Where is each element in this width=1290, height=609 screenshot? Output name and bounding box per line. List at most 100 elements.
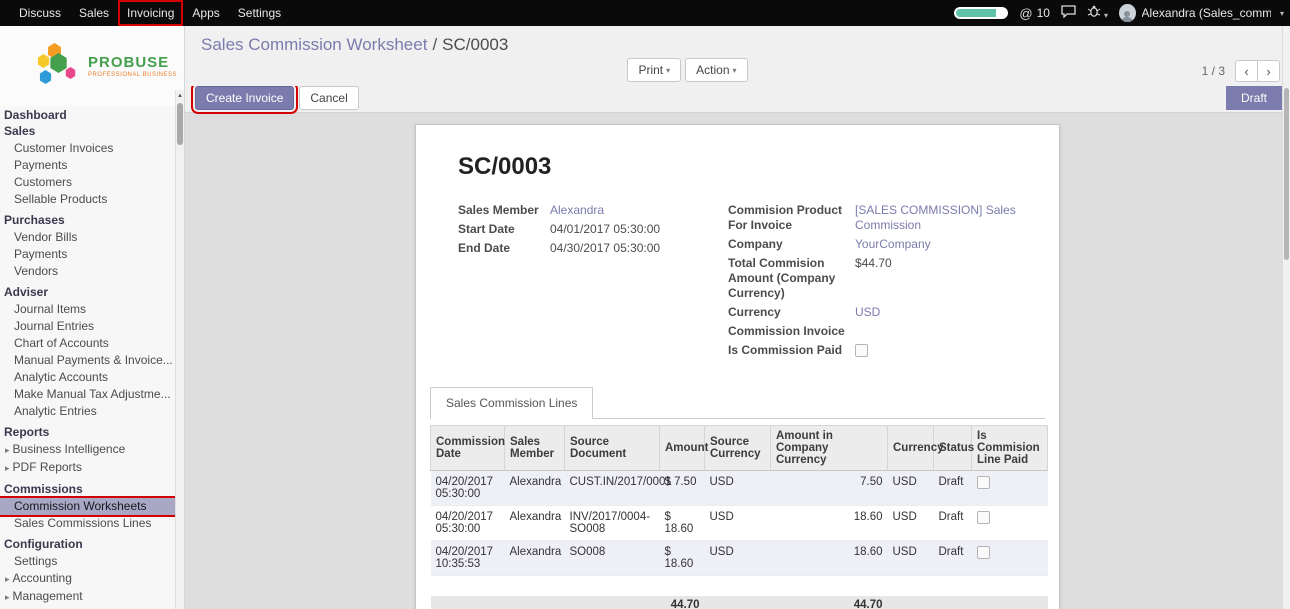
col-sales-member: Sales Member <box>505 426 565 471</box>
sidebar-heading-adviser[interactable]: Adviser <box>0 285 175 301</box>
field-company: Company YourCompany <box>728 237 1045 252</box>
col-status: Status <box>934 426 972 471</box>
cell-status: Draft <box>934 541 972 576</box>
table-row[interactable]: 04/20/2017 05:30:00 Alexandra CUST.IN/20… <box>431 471 1048 506</box>
sidebar-item-pdf-reports[interactable]: ▸PDF Reports <box>0 459 175 477</box>
sidebar-item-analytic-accounts[interactable]: Analytic Accounts <box>0 369 175 386</box>
action-button[interactable]: Action▾ <box>685 58 747 82</box>
commission-product-link[interactable]: [SALES COMMISSION] Sales Commission <box>855 203 1016 232</box>
table-row[interactable]: 04/20/2017 05:30:00 Alexandra INV/2017/0… <box>431 506 1048 541</box>
end-date-value: 04/30/2017 05:30:00 <box>550 241 728 256</box>
chevron-right-icon: › <box>1266 64 1270 79</box>
field-end-date: End Date 04/30/2017 05:30:00 <box>458 241 728 256</box>
expand-icon: ▸ <box>5 574 10 584</box>
sidebar-heading-reports[interactable]: Reports <box>0 425 175 441</box>
sidebar-item-management[interactable]: ▸Management <box>0 588 175 606</box>
pager-value: 1 / 3 <box>1202 64 1225 78</box>
cell-currency: USD <box>888 506 934 541</box>
sidebar-item-label: Management <box>13 589 83 603</box>
sidebar-item-payments-sales[interactable]: Payments <box>0 157 175 174</box>
menu-sales[interactable]: Sales <box>70 0 118 26</box>
cell-amount-company: 7.50 <box>771 471 888 506</box>
sidebar-item-customers[interactable]: Customers <box>0 174 175 191</box>
sidebar-item-vendors[interactable]: Vendors <box>0 263 175 280</box>
pager-previous-button[interactable]: ‹ <box>1235 60 1258 82</box>
menu-discuss[interactable]: Discuss <box>10 0 70 26</box>
cell-status: Draft <box>934 506 972 541</box>
sidebar-scrollbar-thumb[interactable] <box>177 103 183 145</box>
user-silhouette-icon <box>1120 10 1134 22</box>
scroll-up-icon[interactable]: ▲ <box>176 90 184 102</box>
sidebar-item-vendor-bills[interactable]: Vendor Bills <box>0 229 175 246</box>
sidebar: PROBUSE PROFESSIONAL BUSINESS Dashboard … <box>0 26 185 609</box>
sidebar-item-accounting[interactable]: ▸Accounting <box>0 570 175 588</box>
cell-source-currency: USD <box>705 506 771 541</box>
sidebar-item-analytic-entries[interactable]: Analytic Entries <box>0 403 175 420</box>
sidebar-item-journal-items[interactable]: Journal Items <box>0 301 175 318</box>
progress-pill-icon <box>954 7 1008 19</box>
line-paid-checkbox <box>977 546 990 559</box>
sidebar-heading-dashboard[interactable]: Dashboard <box>0 108 175 124</box>
cell-amount-company: 18.60 <box>771 506 888 541</box>
sidebar-item-business-intelligence[interactable]: ▸Business Intelligence <box>0 441 175 459</box>
sidebar-item-commission-worksheets[interactable]: Commission Worksheets <box>0 498 175 515</box>
sidebar-item-manual-payments-invoice[interactable]: Manual Payments & Invoice... <box>0 352 175 369</box>
record-title: SC/0003 <box>458 153 1045 181</box>
menu-settings[interactable]: Settings <box>229 0 290 26</box>
sidebar-heading-configuration[interactable]: Configuration <box>0 537 175 553</box>
sales-member-link[interactable]: Alexandra <box>550 203 604 217</box>
currency-link[interactable]: USD <box>855 305 880 319</box>
start-date-value: 04/01/2017 05:30:00 <box>550 222 728 237</box>
sidebar-item-journal-entries[interactable]: Journal Entries <box>0 318 175 335</box>
menu-invoicing[interactable]: Invoicing <box>118 0 183 26</box>
company-logo: PROBUSE PROFESSIONAL BUSINESS <box>0 26 184 106</box>
cell-doc: INV/2017/0004-SO008 <box>565 506 660 541</box>
window-scrollbar-thumb[interactable] <box>1284 88 1289 260</box>
window-scrollbar[interactable] <box>1282 26 1290 609</box>
sidebar-scrollbar[interactable]: ▲ <box>175 90 184 609</box>
company-link[interactable]: YourCompany <box>855 237 931 251</box>
activities-button[interactable]: @ 10 <box>1019 6 1050 21</box>
sidebar-item-sales-commissions-lines[interactable]: Sales Commissions Lines <box>0 515 175 532</box>
total-commission-amount-value: $44.70 <box>855 256 1045 301</box>
field-start-date: Start Date 04/01/2017 05:30:00 <box>458 222 728 237</box>
sidebar-heading-purchases[interactable]: Purchases <box>0 213 175 229</box>
breadcrumb-parent[interactable]: Sales Commission Worksheet <box>201 35 427 54</box>
action-label: Action <box>696 63 729 77</box>
sidebar-heading-sales[interactable]: Sales <box>0 124 175 140</box>
print-button[interactable]: Print▾ <box>627 58 681 82</box>
menu-apps[interactable]: Apps <box>183 0 228 26</box>
sidebar-item-settings[interactable]: Settings <box>0 553 175 570</box>
form-statusbar: Create Invoice Cancel Draft <box>185 86 1290 113</box>
sidebar-item-chart-of-accounts[interactable]: Chart of Accounts <box>0 335 175 352</box>
logo-title: PROBUSE <box>88 54 177 71</box>
create-invoice-button[interactable]: Create Invoice <box>195 86 294 110</box>
messages-button[interactable] <box>1061 5 1076 21</box>
debug-menu-button[interactable]: ▾ <box>1087 5 1108 21</box>
user-name: Alexandra (Sales_comm... <box>1142 6 1271 20</box>
pager-next-button[interactable]: › <box>1257 60 1280 82</box>
field-label: Company <box>728 237 855 252</box>
user-menu[interactable]: Alexandra (Sales_comm... ▾ <box>1119 4 1284 22</box>
cell-amount: $ 18.60 <box>660 506 705 541</box>
table-totals-row: 44.70 44.70 <box>431 596 1048 609</box>
table-row[interactable]: 04/20/2017 10:35:53 Alexandra SO008 $ 18… <box>431 541 1048 576</box>
field-label: Start Date <box>458 222 550 237</box>
sidebar-item-sellable-products[interactable]: Sellable Products <box>0 191 175 208</box>
top-navbar: Discuss Sales Invoicing Apps Settings @ … <box>0 0 1290 26</box>
cell-currency: USD <box>888 541 934 576</box>
commission-invoice-value <box>855 324 1045 339</box>
field-label: Currency <box>728 305 855 320</box>
sidebar-item-customer-invoices[interactable]: Customer Invoices <box>0 140 175 157</box>
sidebar-menu: Dashboard Sales Customer Invoices Paymen… <box>0 106 184 609</box>
col-commission-date: Commission Date <box>431 426 505 471</box>
sidebar-item-payments-purchases[interactable]: Payments <box>0 246 175 263</box>
tab-sales-commission-lines[interactable]: Sales Commission Lines <box>430 387 593 419</box>
cancel-button[interactable]: Cancel <box>299 86 358 110</box>
sidebar-heading-commissions[interactable]: Commissions <box>0 482 175 498</box>
cell-date: 04/20/2017 10:35:53 <box>431 541 505 576</box>
sidebar-item-make-manual-tax-adjustment[interactable]: Make Manual Tax Adjustme... <box>0 386 175 403</box>
field-total-commission-amount: Total Commision Amount (Company Currency… <box>728 256 1045 301</box>
table-header-row: Commission Date Sales Member Source Docu… <box>431 426 1048 471</box>
expand-icon: ▸ <box>5 445 10 455</box>
